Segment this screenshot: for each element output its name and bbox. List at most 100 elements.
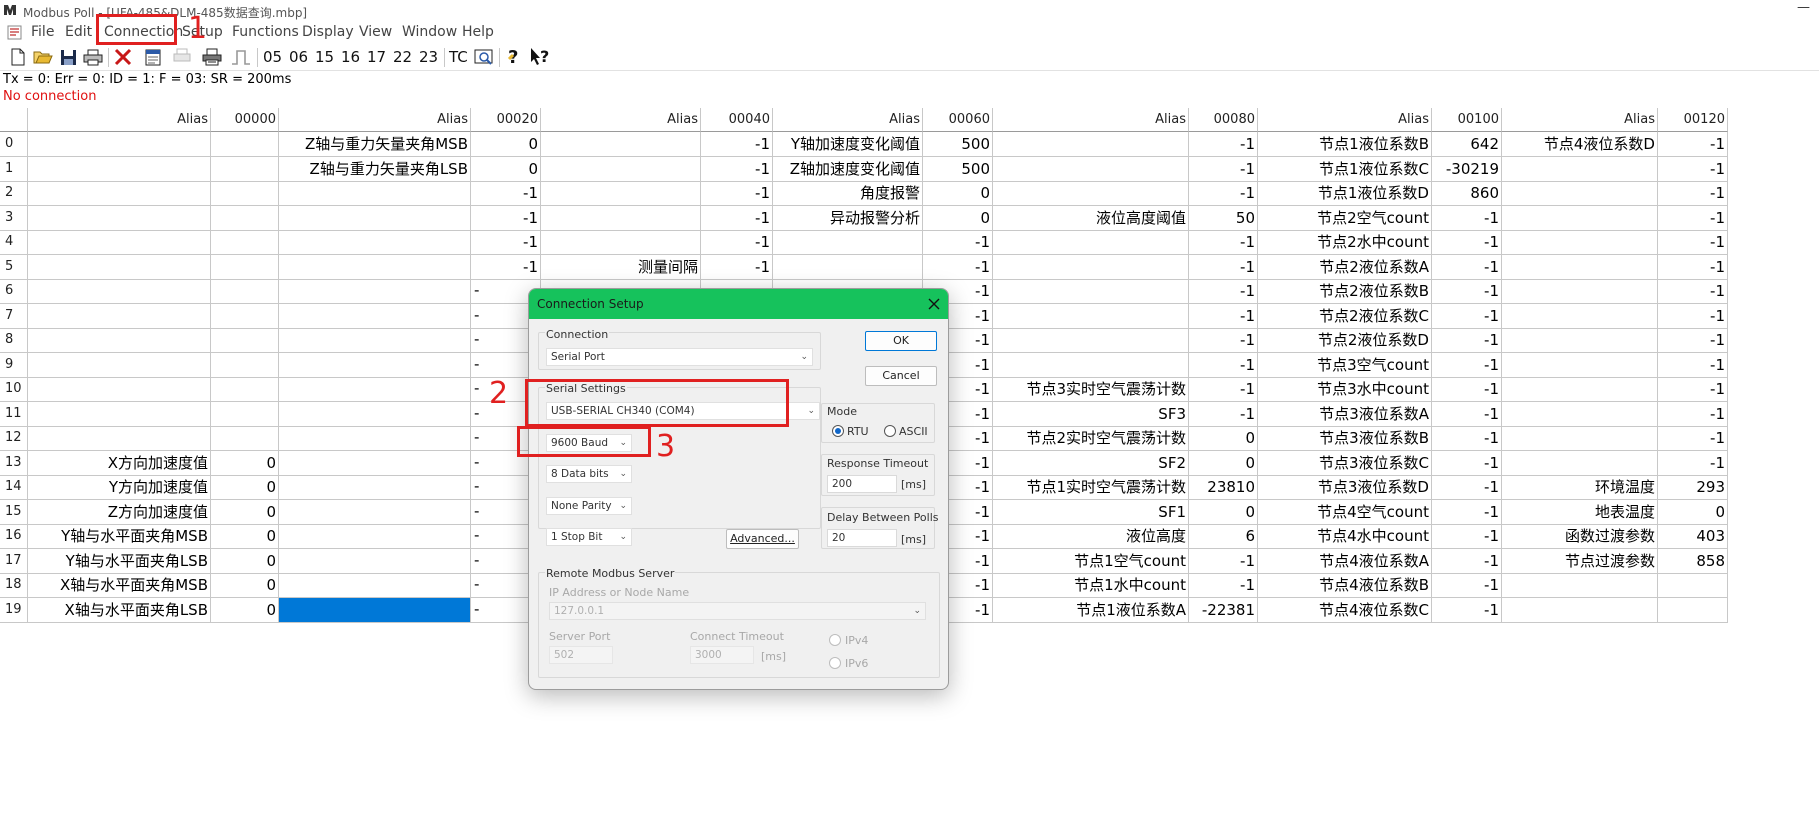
function-16-button[interactable]: 16: [341, 48, 360, 66]
cell-alias-00040[interactable]: [541, 181, 701, 206]
cell-value-00100[interactable]: -1: [1432, 597, 1502, 623]
cell-value-00080[interactable]: 0: [1189, 426, 1258, 451]
column-header[interactable]: 00120: [1658, 108, 1728, 132]
column-header[interactable]: Alias: [993, 108, 1189, 132]
cell-value-00100[interactable]: -1: [1432, 573, 1502, 598]
cell-alias-00100[interactable]: 节点1液位系数C: [1258, 156, 1432, 182]
cell-value-00100[interactable]: 860: [1432, 181, 1502, 206]
cell-alias-00080[interactable]: 节点1实时空气震荡计数: [993, 475, 1189, 500]
cell-alias-00000[interactable]: [28, 254, 211, 280]
cell-alias-00080[interactable]: [993, 181, 1189, 206]
cell-alias-00000[interactable]: Y方向加速度值: [28, 475, 211, 500]
cell-value-00080[interactable]: -1: [1189, 132, 1258, 157]
cell-value-00080[interactable]: 0: [1189, 450, 1258, 476]
cell-alias-00020[interactable]: [279, 279, 471, 304]
cell-value-00000[interactable]: [211, 230, 279, 255]
cell-value-00120[interactable]: -1: [1658, 254, 1728, 280]
mode-ascii-radio[interactable]: [884, 425, 896, 437]
cell-value-00100[interactable]: -1: [1432, 499, 1502, 525]
cell-value-00000[interactable]: [211, 328, 279, 353]
cell-alias-00120[interactable]: [1502, 377, 1658, 402]
column-header[interactable]: [0, 108, 28, 132]
cell-alias-00000[interactable]: Y轴与水平面夹角LSB: [28, 548, 211, 574]
cell-alias-00020[interactable]: [279, 499, 471, 525]
column-header[interactable]: Alias: [1502, 108, 1658, 132]
cell-value-00080[interactable]: -1: [1189, 573, 1258, 598]
cell-value-00080[interactable]: -1: [1189, 279, 1258, 304]
cell-value-00100[interactable]: -1: [1432, 524, 1502, 549]
cell-alias-00060[interactable]: Y轴加速度变化阈值: [773, 132, 923, 157]
cell-alias-00000[interactable]: [28, 377, 211, 402]
close-icon[interactable]: [925, 295, 943, 313]
tc-button[interactable]: TC: [449, 48, 468, 66]
cell-alias-00060[interactable]: Z轴加速度变化阈值: [773, 156, 923, 182]
cell-value-00000[interactable]: 0: [211, 548, 279, 574]
cell-alias-00060[interactable]: 异动报警分析: [773, 205, 923, 231]
response-timeout-input[interactable]: 200: [827, 475, 897, 493]
cell-value-00000[interactable]: [211, 279, 279, 304]
cell-value-00000[interactable]: 0: [211, 499, 279, 525]
cell-value-00020[interactable]: -1: [471, 230, 541, 255]
cell-value-00060[interactable]: -1: [923, 230, 993, 255]
delete-icon[interactable]: [113, 46, 133, 68]
delay-between-polls-input[interactable]: 20: [827, 529, 897, 547]
menu-help[interactable]: Help: [462, 24, 494, 40]
cell-alias-00000[interactable]: [28, 181, 211, 206]
help-icon[interactable]: ?: [504, 46, 524, 68]
column-header[interactable]: 00060: [923, 108, 993, 132]
cell-value-00100[interactable]: -1: [1432, 401, 1502, 427]
menu-edit[interactable]: Edit: [65, 24, 92, 40]
ok-button[interactable]: OK: [865, 331, 937, 351]
cell-alias-00080[interactable]: 节点1水中count: [993, 573, 1189, 598]
cell-value-00120[interactable]: -1: [1658, 181, 1728, 206]
cell-alias-00100[interactable]: 节点2空气count: [1258, 205, 1432, 231]
column-header[interactable]: Alias: [1258, 108, 1432, 132]
cell-alias-00100[interactable]: 节点4空气count: [1258, 499, 1432, 525]
cell-alias-00120[interactable]: [1502, 181, 1658, 206]
cell-value-00000[interactable]: [211, 181, 279, 206]
cell-alias-00000[interactable]: X轴与水平面夹角LSB: [28, 597, 211, 623]
cell-alias-00120[interactable]: 节点4液位系数D: [1502, 132, 1658, 157]
cell-alias-00120[interactable]: [1502, 597, 1658, 623]
cell-alias-00100[interactable]: 节点3液位系数D: [1258, 475, 1432, 500]
cell-value-00020[interactable]: -1: [471, 254, 541, 280]
cancel-button[interactable]: Cancel: [865, 366, 937, 386]
cell-value-00080[interactable]: -1: [1189, 303, 1258, 329]
mode-rtu-radio[interactable]: [832, 425, 844, 437]
cell-alias-00020[interactable]: [279, 230, 471, 255]
cell-alias-00020[interactable]: [279, 597, 471, 623]
cell-alias-00000[interactable]: [28, 230, 211, 255]
cell-alias-00100[interactable]: 节点1液位系数D: [1258, 181, 1432, 206]
cell-alias-00040[interactable]: [541, 132, 701, 157]
cell-value-00120[interactable]: -1: [1658, 328, 1728, 353]
cell-value-00120[interactable]: -1: [1658, 401, 1728, 427]
function-05-button[interactable]: 05: [263, 48, 282, 66]
cell-value-00080[interactable]: -1: [1189, 156, 1258, 182]
cell-alias-00000[interactable]: Z方向加速度值: [28, 499, 211, 525]
cell-alias-00100[interactable]: 节点4液位系数A: [1258, 548, 1432, 574]
cell-alias-00020[interactable]: [279, 352, 471, 378]
cell-alias-00100[interactable]: 节点3液位系数B: [1258, 426, 1432, 451]
cell-value-00100[interactable]: -1: [1432, 426, 1502, 451]
cell-value-00120[interactable]: -1: [1658, 156, 1728, 182]
cell-value-00020[interactable]: 0: [471, 132, 541, 157]
cell-alias-00000[interactable]: Y轴与水平面夹角MSB: [28, 524, 211, 549]
function-06-button[interactable]: 06: [289, 48, 308, 66]
cell-value-00080[interactable]: -1: [1189, 328, 1258, 353]
cell-alias-00100[interactable]: 节点2液位系数D: [1258, 328, 1432, 353]
cell-value-00100[interactable]: -1: [1432, 450, 1502, 476]
open-icon[interactable]: [32, 46, 54, 68]
cell-alias-00120[interactable]: [1502, 205, 1658, 231]
cell-alias-00100[interactable]: 节点3空气count: [1258, 352, 1432, 378]
cell-alias-00080[interactable]: [993, 254, 1189, 280]
cell-value-00100[interactable]: -1: [1432, 279, 1502, 304]
cell-value-00000[interactable]: 0: [211, 475, 279, 500]
cell-value-00000[interactable]: [211, 254, 279, 280]
cell-value-00020[interactable]: -1: [471, 205, 541, 231]
cell-value-00020[interactable]: 0: [471, 156, 541, 182]
cell-value-00080[interactable]: -1: [1189, 548, 1258, 574]
cell-value-00080[interactable]: 0: [1189, 499, 1258, 525]
column-header[interactable]: 00100: [1432, 108, 1502, 132]
cell-value-00100[interactable]: -1: [1432, 303, 1502, 329]
cell-value-00000[interactable]: [211, 352, 279, 378]
